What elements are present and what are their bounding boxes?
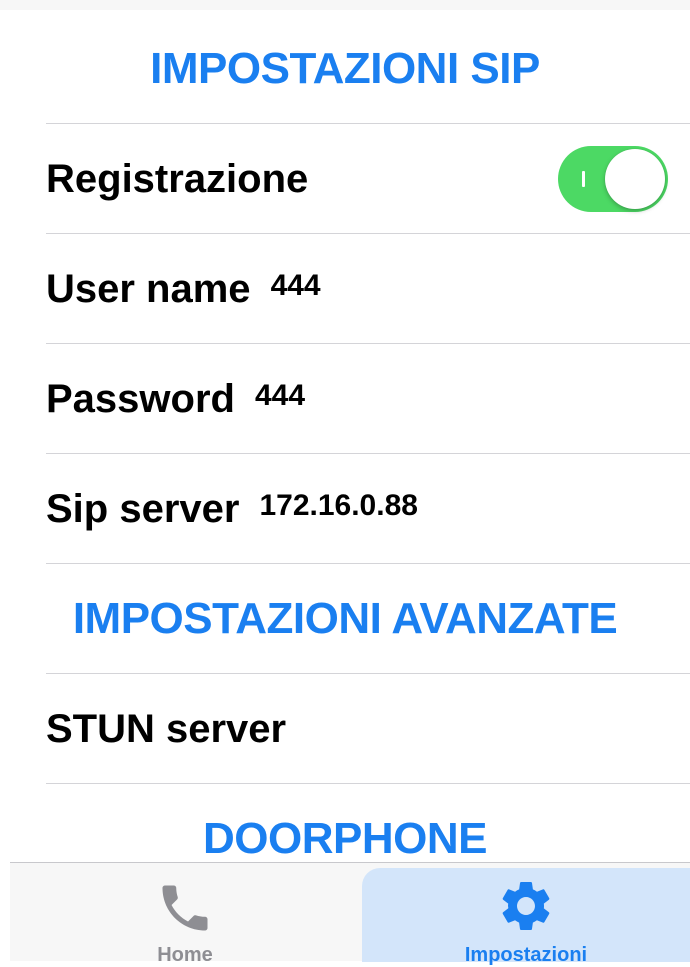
registration-row: Registrazione bbox=[0, 124, 690, 234]
phone-icon bbox=[162, 885, 208, 931]
tab-home[interactable]: Home bbox=[10, 868, 360, 966]
settings-list: IMPOSTAZIONI SIP Registrazione User name… bbox=[0, 14, 690, 894]
tab-settings-label: Impostazioni bbox=[464, 944, 588, 966]
password-value[interactable]: 444 bbox=[255, 379, 305, 413]
registration-toggle[interactable] bbox=[558, 146, 668, 212]
status-bar-area bbox=[0, 0, 690, 10]
password-row[interactable]: Password 444 bbox=[0, 344, 690, 454]
password-label: Password bbox=[46, 376, 235, 421]
sip-server-row[interactable]: Sip server 172.16.0.88 bbox=[0, 454, 690, 564]
tab-settings[interactable]: Impostazioni bbox=[362, 868, 690, 966]
registration-label: Registrazione bbox=[46, 156, 309, 201]
section-header-sip: IMPOSTAZIONI SIP bbox=[0, 14, 690, 124]
username-row[interactable]: User name 444 bbox=[0, 234, 690, 344]
tab-home-label: Home bbox=[157, 944, 213, 966]
stun-server-row[interactable]: STUN server bbox=[0, 674, 690, 784]
stun-server-label: STUN server bbox=[46, 706, 287, 751]
gear-icon bbox=[502, 882, 550, 930]
toggle-knob[interactable] bbox=[605, 149, 665, 209]
username-value[interactable]: 444 bbox=[271, 269, 321, 303]
sip-server-label: Sip server bbox=[46, 486, 240, 531]
username-label: User name bbox=[46, 266, 251, 311]
toggle-on-indicator bbox=[582, 171, 585, 187]
section-header-advanced: IMPOSTAZIONI AVANZATE bbox=[0, 564, 690, 674]
sip-server-value[interactable]: 172.16.0.88 bbox=[259, 489, 417, 523]
tab-bar: Home Impostazioni bbox=[10, 862, 690, 966]
